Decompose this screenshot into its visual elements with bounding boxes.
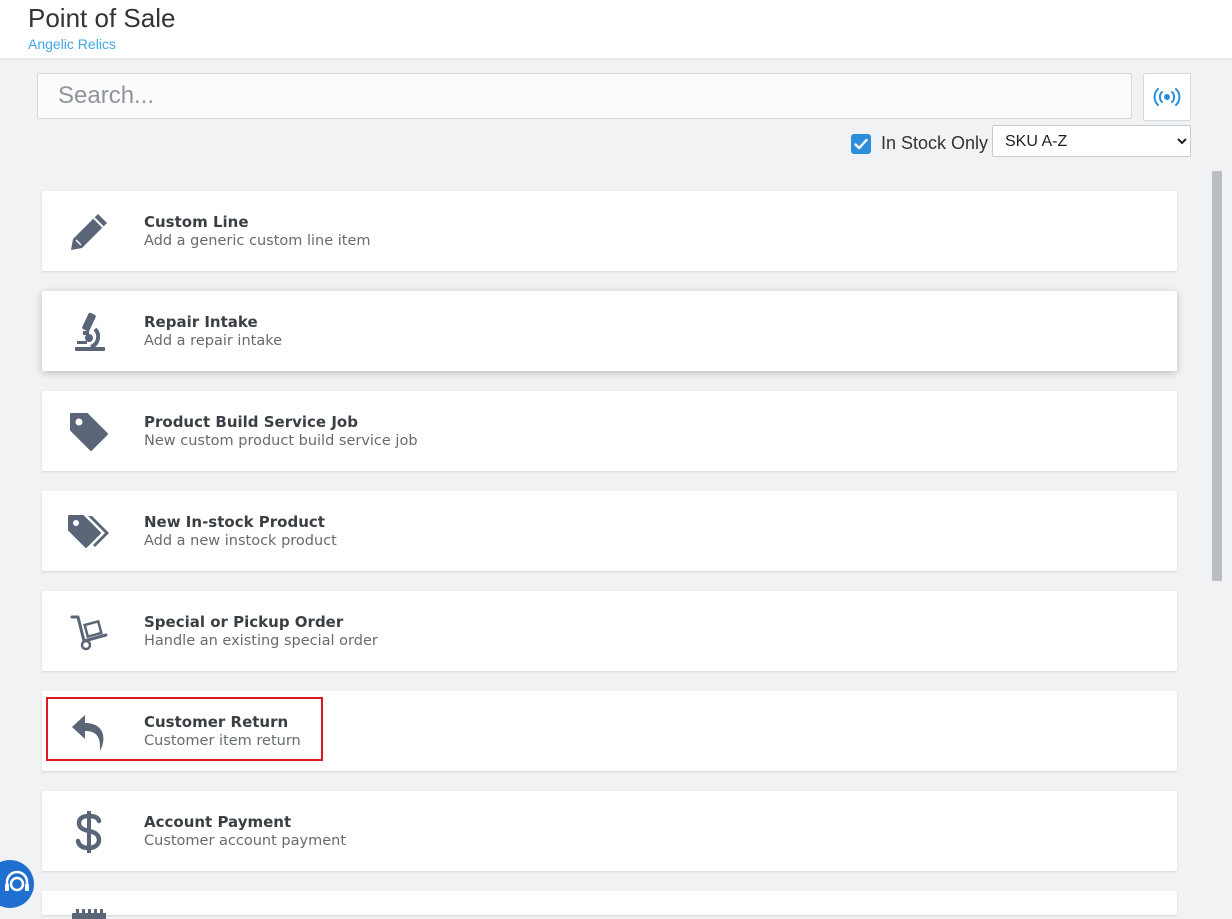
page-title: Point of Sale	[28, 3, 176, 33]
dolly-icon	[66, 611, 112, 653]
item-name: Account Payment	[144, 813, 292, 831]
item-desc: Add a generic custom line item	[144, 233, 371, 249]
item-desc: Customer item return	[144, 733, 301, 749]
item-name: Custom Line	[144, 213, 249, 231]
item-name: New In-stock Product	[144, 513, 325, 531]
dollar-sign-icon	[66, 811, 112, 853]
rfid-scan-button[interactable]	[1143, 73, 1191, 121]
item-name: Special or Pickup Order	[144, 613, 344, 631]
in-stock-label[interactable]: In Stock Only	[881, 133, 988, 154]
list-item-account-payment[interactable]: Account Payment Customer account payment	[42, 791, 1177, 871]
item-name: Customer Return	[144, 713, 289, 731]
search-input[interactable]	[38, 74, 1131, 118]
microscope-icon	[66, 311, 112, 353]
list-item-new-in-stock-product[interactable]: New In-stock Product Add a new instock p…	[42, 491, 1177, 571]
broadcast-icon	[1153, 88, 1181, 106]
list-item-special-or-pickup-order[interactable]: Special or Pickup Order Handle an existi…	[42, 591, 1177, 671]
support-agent-icon	[5, 870, 29, 892]
list-item-repair-intake[interactable]: Repair Intake Add a repair intake	[42, 291, 1177, 371]
reply-arrow-icon	[66, 711, 112, 753]
list-item-customer-return[interactable]: Customer Return Customer item return	[42, 691, 1177, 771]
tag-icon	[66, 411, 112, 453]
list-item-custom-line[interactable]: Custom Line Add a generic custom line it…	[42, 191, 1177, 271]
sort-select[interactable]: SKU A-Z	[992, 125, 1191, 157]
list-item-product-build-service-job[interactable]: Product Build Service Job New custom pro…	[42, 391, 1177, 471]
pencil-icon	[66, 211, 112, 253]
item-desc: Customer account payment	[144, 833, 347, 849]
app-header: Point of Sale Angelic Relics	[0, 0, 1232, 59]
scrollbar-thumb[interactable]	[1212, 171, 1222, 581]
in-stock-checkbox[interactable]	[851, 134, 871, 154]
search-box	[37, 73, 1132, 119]
checkmark-icon	[854, 138, 868, 150]
filter-row: In Stock Only SKU A-Z	[850, 125, 1192, 157]
item-name: Repair Intake	[144, 313, 258, 331]
item-name: Product Build Service Job	[144, 413, 358, 431]
tags-icon	[66, 511, 112, 553]
item-desc: Add a repair intake	[144, 333, 283, 349]
calendar-icon	[66, 909, 112, 919]
item-desc: Handle an existing special order	[144, 633, 378, 649]
help-chat-button[interactable]	[0, 860, 34, 908]
item-desc: New custom product build service job	[144, 433, 418, 449]
item-desc: Add a new instock product	[144, 533, 337, 549]
store-name-link[interactable]: Angelic Relics	[28, 36, 116, 52]
list-item-partial[interactable]	[42, 891, 1177, 919]
